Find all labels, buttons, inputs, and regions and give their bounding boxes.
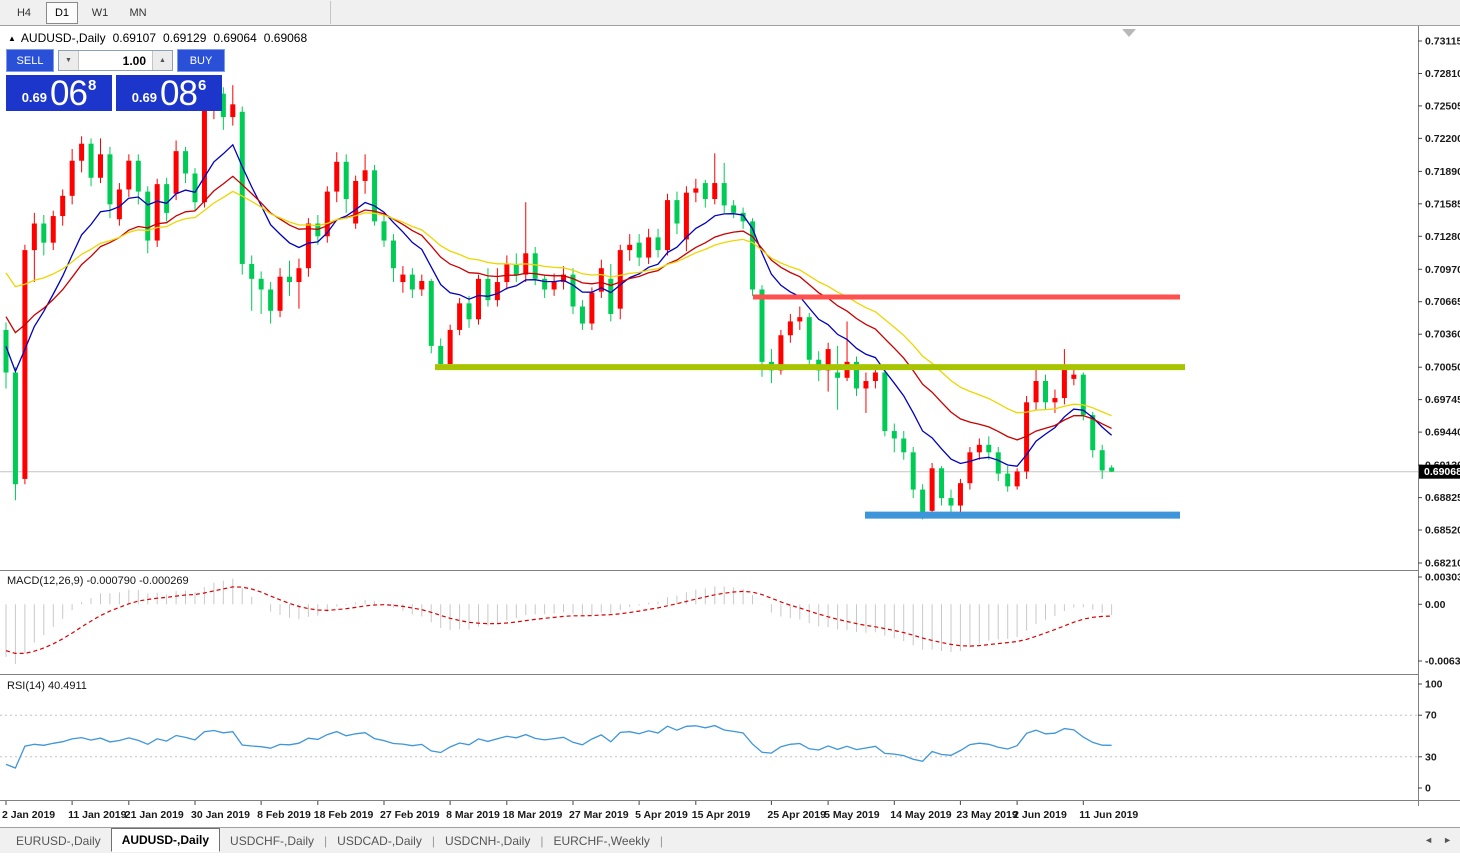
svg-text:0.68825: 0.68825 — [1425, 492, 1460, 504]
svg-text:0.69068: 0.69068 — [1424, 466, 1460, 478]
ohlc-open: 0.69107 — [113, 31, 156, 45]
svg-text:14 May 2019: 14 May 2019 — [890, 809, 951, 821]
chart-canvas[interactable]: 0.73115 0.72810 0.72505 0.72200 0.71890 0.715… — [0, 0, 1460, 853]
svg-text:8 Feb 2019: 8 Feb 2019 — [257, 809, 311, 821]
svg-text:2 Jan 2019: 2 Jan 2019 — [2, 809, 55, 821]
trade-widget: SELL ▼ 1.00 ▲ BUY 0.69 06 8 0.69 08 6 — [6, 49, 225, 111]
svg-text:0.73115: 0.73115 — [1425, 36, 1460, 48]
svg-text:0.71585: 0.71585 — [1425, 198, 1460, 210]
svg-text:5 Apr 2019: 5 Apr 2019 — [635, 809, 688, 821]
svg-text:2 Jun 2019: 2 Jun 2019 — [1013, 809, 1067, 821]
sell-button[interactable]: SELL — [6, 49, 54, 72]
svg-text:15 Apr 2019: 15 Apr 2019 — [692, 809, 751, 821]
symbol-tab-bar: EURUSD-,Daily AUDUSD-,Daily USDCHF-,Dail… — [0, 827, 1460, 853]
timeframe-h4-button[interactable]: H4 — [8, 2, 40, 24]
buy-price-big: 08 — [160, 78, 197, 110]
svg-text:23 May 2019: 23 May 2019 — [956, 809, 1017, 821]
svg-text:0.68210: 0.68210 — [1425, 558, 1460, 570]
tab-eurusd-daily[interactable]: EURUSD-,Daily — [6, 830, 111, 852]
svg-text:18 Mar 2019: 18 Mar 2019 — [503, 809, 563, 821]
svg-text:0.69745: 0.69745 — [1425, 394, 1460, 406]
tab-audusd-daily[interactable]: AUDUSD-,Daily — [111, 828, 220, 852]
tab-separator: | — [660, 834, 663, 848]
tab-eurchf-weekly[interactable]: EURCHF-,Weekly — [543, 830, 659, 852]
svg-text:30: 30 — [1425, 751, 1437, 763]
tab-usdcad-daily[interactable]: USDCAD-,Daily — [327, 830, 432, 852]
volume-spinner: ▼ 1.00 ▲ — [58, 50, 173, 71]
svg-text:11 Jan 2019: 11 Jan 2019 — [68, 809, 127, 821]
svg-text:25 Apr 2019: 25 Apr 2019 — [767, 809, 826, 821]
chart-title: ▲ AUDUSD-,Daily 0.69107 0.69129 0.69064 … — [8, 31, 307, 45]
timeframe-toolbar: H4 D1 W1 MN — [0, 0, 1460, 26]
tab-scroll-left-icon[interactable]: ◄ — [1424, 835, 1433, 845]
ohlc-high: 0.69129 — [163, 31, 206, 45]
chart-symbol-label: AUDUSD-,Daily — [21, 31, 106, 45]
ohlc-close: 0.69068 — [264, 31, 307, 45]
volume-increase-button[interactable]: ▲ — [152, 51, 172, 70]
symbol-marker-icon: ▲ — [8, 34, 16, 43]
sell-price-big: 06 — [50, 78, 87, 110]
svg-text:0.69440: 0.69440 — [1425, 427, 1460, 439]
svg-text:0: 0 — [1425, 783, 1431, 795]
tab-usdcnh-daily[interactable]: USDCNH-,Daily — [435, 830, 540, 852]
svg-text:30 Jan 2019: 30 Jan 2019 — [191, 809, 250, 821]
svg-text:0.70665: 0.70665 — [1425, 296, 1460, 308]
volume-decrease-button[interactable]: ▼ — [59, 51, 79, 70]
timeframe-d1-button[interactable]: D1 — [46, 2, 78, 24]
svg-text:0.70360: 0.70360 — [1425, 329, 1460, 341]
svg-text:0.00: 0.00 — [1425, 599, 1446, 611]
volume-input[interactable]: 1.00 — [79, 51, 152, 70]
svg-text:0.72505: 0.72505 — [1425, 100, 1460, 112]
timeframe-w1-button[interactable]: W1 — [84, 2, 116, 24]
timeframe-mn-button[interactable]: MN — [122, 2, 154, 24]
svg-text:0.68520: 0.68520 — [1425, 525, 1460, 537]
toolbar-separator — [330, 1, 331, 24]
ohlc-low: 0.69064 — [213, 31, 256, 45]
svg-text:0.71280: 0.71280 — [1425, 231, 1460, 243]
svg-text:11 Jun 2019: 11 Jun 2019 — [1079, 809, 1138, 821]
svg-text:27 Feb 2019: 27 Feb 2019 — [380, 809, 440, 821]
svg-text:0.70050: 0.70050 — [1425, 362, 1460, 374]
svg-text:5 May 2019: 5 May 2019 — [824, 809, 880, 821]
svg-text:0.72810: 0.72810 — [1425, 68, 1460, 80]
svg-text:0.72200: 0.72200 — [1425, 133, 1460, 145]
sell-price-prefix: 0.69 — [22, 90, 47, 105]
rsi-label: RSI(14) 40.4911 — [7, 680, 87, 692]
svg-text:21 Jan 2019: 21 Jan 2019 — [125, 809, 184, 821]
svg-text:70: 70 — [1425, 710, 1437, 722]
tab-usdchf-daily[interactable]: USDCHF-,Daily — [220, 830, 324, 852]
svg-text:0.70970: 0.70970 — [1425, 264, 1460, 276]
svg-text:18 Feb 2019: 18 Feb 2019 — [314, 809, 374, 821]
tab-scroll-right-icon[interactable]: ► — [1443, 835, 1452, 845]
svg-text:100: 100 — [1425, 679, 1443, 691]
svg-text:0.71890: 0.71890 — [1425, 166, 1460, 178]
buy-price-prefix: 0.69 — [132, 90, 157, 105]
buy-button[interactable]: BUY — [177, 49, 225, 72]
sell-price-panel[interactable]: 0.69 06 8 — [6, 75, 112, 111]
svg-text:8 Mar 2019: 8 Mar 2019 — [446, 809, 500, 821]
sell-price-pip: 8 — [88, 77, 96, 94]
svg-text:27 Mar 2019: 27 Mar 2019 — [569, 809, 629, 821]
buy-price-panel[interactable]: 0.69 08 6 — [116, 75, 222, 111]
svg-text:0.003035: 0.003035 — [1425, 572, 1460, 584]
buy-price-pip: 6 — [198, 77, 206, 94]
macd-label: MACD(12,26,9) -0.000790 -0.000269 — [7, 575, 189, 587]
svg-text:-0.006311: -0.006311 — [1425, 656, 1460, 668]
current-price-tag: 0.69068 — [1419, 465, 1460, 479]
